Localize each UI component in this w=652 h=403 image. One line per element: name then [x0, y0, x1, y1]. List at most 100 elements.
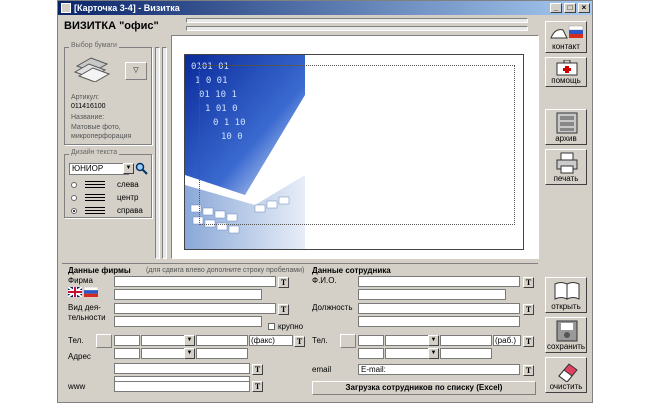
firm-field-2[interactable] — [114, 289, 262, 300]
help-label: помощь — [551, 76, 581, 85]
company-hint: (для сдвига влево дополните строку пробе… — [146, 267, 305, 274]
company-phone-code-2[interactable] — [114, 348, 140, 359]
vertical-ruler — [155, 47, 160, 259]
radio-left[interactable] — [71, 182, 77, 188]
article-label: Артикул: — [71, 94, 100, 101]
align-right-label: справа — [117, 206, 143, 215]
print-button[interactable]: печать — [545, 149, 587, 185]
name-label: Название: — [71, 114, 105, 121]
load-employees-button[interactable]: Загрузка сотрудников по списку (Excel) — [312, 381, 536, 395]
activity-field-2[interactable] — [114, 316, 262, 327]
printer-icon — [556, 152, 578, 174]
company-phone-dropdown-arrow-2[interactable]: ▼ — [184, 348, 195, 359]
www-font-button[interactable]: T — [252, 381, 263, 392]
company-section-title: Данные фирмы — [68, 266, 131, 275]
name-value: Матовые фото, микроперфорация — [71, 124, 132, 140]
activity-field-1[interactable] — [114, 303, 276, 314]
close-button[interactable]: × — [578, 3, 590, 13]
company-phone-code[interactable] — [114, 335, 140, 346]
address-field-1[interactable] — [114, 363, 250, 374]
employee-phone-number-2[interactable] — [440, 348, 492, 359]
align-left-option[interactable]: слева — [71, 179, 151, 191]
help-button[interactable]: помощь — [545, 57, 587, 87]
employee-phone-label: Тел. — [312, 336, 328, 345]
company-phone-dropdown-arrow[interactable]: ▼ — [184, 335, 195, 346]
font-select[interactable]: ЮНИОР — [69, 163, 129, 175]
archive-button[interactable]: архив — [545, 109, 587, 145]
print-label: печать — [553, 174, 579, 183]
align-center-icon — [85, 194, 105, 202]
work-phone-field[interactable]: (раб.) — [493, 335, 521, 346]
align-center-label: центр — [117, 193, 139, 202]
paper-dropdown-button[interactable]: ▽ — [125, 62, 147, 80]
employee-phone-code[interactable] — [358, 335, 384, 346]
employee-section-title: Данные сотрудника — [312, 266, 391, 275]
employee-phone-dropdown-arrow[interactable]: ▼ — [428, 335, 439, 346]
first-aid-icon — [556, 60, 578, 76]
activity-label: Вид дея-тельности — [68, 303, 106, 322]
save-icon — [556, 320, 578, 342]
company-phone-font-button[interactable]: T — [294, 336, 305, 347]
large-checkbox[interactable] — [268, 323, 275, 330]
save-label: сохранить — [546, 342, 586, 351]
data-panel: Данные фирмы (для сдвига влево дополните… — [62, 263, 538, 401]
address-label: Адрес — [68, 352, 91, 361]
title-bar: [Карточка 3-4] - Визитка _ □ × — [58, 1, 592, 15]
fio-field-2[interactable] — [358, 289, 506, 300]
card-preview-frame: 0101 01 1 0 01 01 10 1 1 01 00 1 10 10 0 — [171, 35, 539, 259]
font-dropdown-arrow[interactable]: ▼ — [123, 163, 134, 174]
maximize-button[interactable]: □ — [564, 3, 576, 13]
email-font-button[interactable]: T — [523, 365, 534, 376]
employee-phone-prefix-button[interactable] — [340, 334, 356, 348]
company-phone-label: Тел. — [68, 336, 84, 345]
vertical-ruler-2 — [162, 47, 167, 259]
fio-label: Ф.И.О. — [312, 276, 337, 285]
app-window: [Карточка 3-4] - Визитка _ □ × ВИЗИТКА "… — [57, 0, 593, 403]
archive-icon — [556, 112, 578, 134]
minimize-button[interactable]: _ — [550, 3, 562, 13]
app-icon — [61, 3, 71, 13]
english-flag-icon[interactable] — [67, 286, 83, 298]
large-label: крупно — [278, 322, 304, 331]
radio-right[interactable] — [71, 208, 77, 214]
eraser-icon — [558, 363, 578, 382]
fax-field[interactable]: (факс) — [249, 335, 293, 346]
firm-label: Фирма — [68, 276, 93, 285]
fio-font-button[interactable]: T — [523, 277, 534, 288]
clear-button[interactable]: очистить — [545, 357, 587, 393]
company-phone-number-2[interactable] — [196, 348, 248, 359]
employee-phone-font-button[interactable]: T — [523, 336, 534, 347]
save-button[interactable]: сохранить — [545, 317, 587, 353]
card-preview[interactable]: 0101 01 1 0 01 01 10 1 1 01 00 1 10 10 0 — [184, 54, 524, 250]
search-icon[interactable] — [135, 162, 148, 175]
employee-phone-code-2[interactable] — [358, 348, 384, 359]
company-phone-prefix-button[interactable] — [96, 334, 112, 348]
email-label: email — [312, 365, 332, 374]
paper-cards-icon — [73, 56, 111, 83]
employee-phone-dropdown-arrow-2[interactable]: ▼ — [428, 348, 439, 359]
position-field-1[interactable] — [358, 303, 520, 314]
open-button[interactable]: открыть — [545, 277, 587, 313]
address-font-button[interactable]: T — [252, 364, 263, 375]
article-value: 011416100 — [71, 103, 106, 110]
russian-flag-icon[interactable] — [83, 286, 99, 297]
email-field[interactable]: E-mail: — [358, 364, 520, 375]
employee-phone-number[interactable] — [440, 335, 492, 346]
firm-field-1[interactable] — [114, 276, 276, 287]
contact-button[interactable]: контакт — [545, 21, 587, 53]
www-field[interactable] — [114, 381, 250, 392]
www-label: www — [68, 382, 86, 391]
align-center-option[interactable]: центр — [71, 192, 151, 204]
fio-field-1[interactable] — [358, 276, 520, 287]
print-area-guide — [199, 65, 515, 225]
window-title: [Карточка 3-4] - Визитка — [74, 3, 180, 13]
firm-font-button[interactable]: T — [278, 277, 289, 288]
paper-group-title: Выбор бумаги — [69, 42, 119, 49]
company-phone-number[interactable] — [196, 335, 248, 346]
position-field-2[interactable] — [358, 316, 520, 327]
align-right-icon — [85, 207, 105, 215]
align-right-option[interactable]: справа — [71, 205, 151, 217]
position-font-button[interactable]: T — [523, 304, 534, 315]
activity-font-button[interactable]: T — [278, 304, 289, 315]
radio-center[interactable] — [71, 195, 77, 201]
